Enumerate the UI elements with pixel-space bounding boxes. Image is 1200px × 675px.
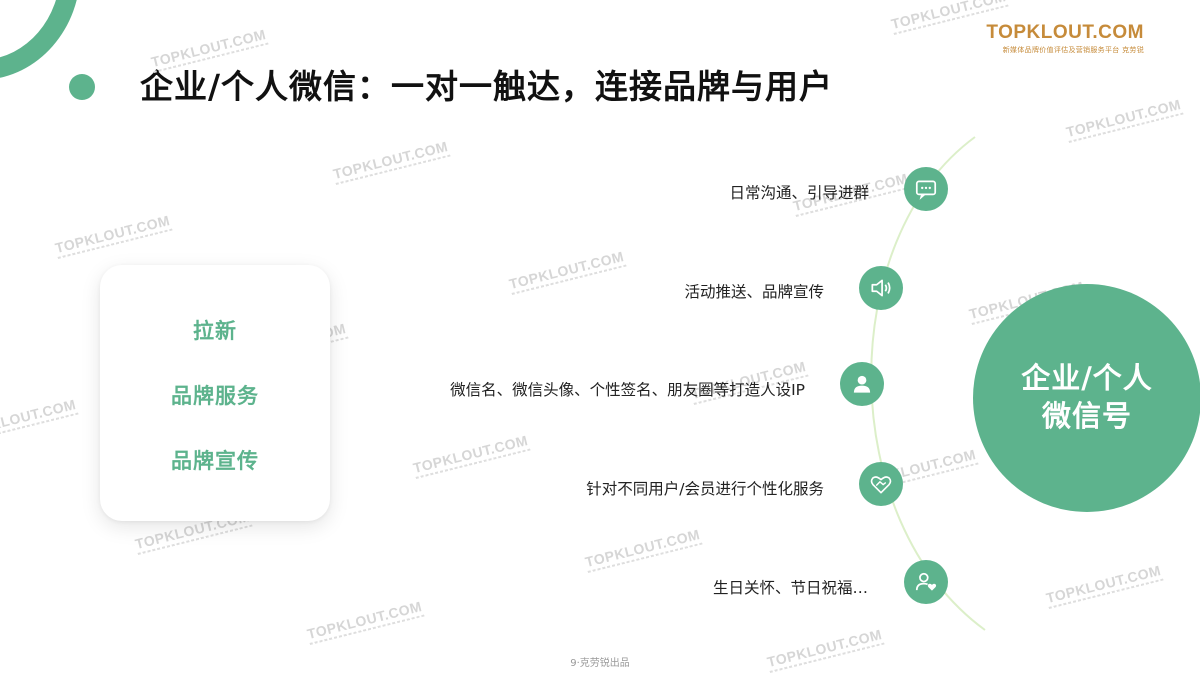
node-label-personalized-service: 针对不同用户/会员进行个性化服务 bbox=[586, 480, 824, 498]
corner-dot-decoration bbox=[69, 74, 95, 100]
watermark: TOPKLOUT.COM bbox=[1044, 562, 1163, 609]
goal-acquisition: 拉新 bbox=[193, 319, 237, 343]
center-line-2: 微信号 bbox=[1041, 399, 1132, 433]
goals-card: 拉新 品牌服务 品牌宣传 bbox=[100, 265, 330, 521]
goal-brand-promotion: 品牌宣传 bbox=[171, 449, 259, 473]
logo-chinese-name: 克劳锐 bbox=[1122, 46, 1144, 54]
goal-brand-service: 品牌服务 bbox=[171, 384, 259, 408]
watermark: TOPKLOUT.COM bbox=[583, 526, 702, 573]
logo-wordmark: TOPKLOUT.COM bbox=[986, 22, 1144, 43]
logo-caption: 新媒体品牌价值评估及营销服务平台 bbox=[1002, 46, 1120, 54]
watermark: TOPKLOUT.COM bbox=[1064, 96, 1183, 143]
watermark: TOPKLOUT.COM bbox=[305, 598, 424, 645]
node-label-persona-ip: 微信名、微信头像、个性签名、朋友圈等打造人设IP bbox=[450, 381, 805, 399]
speaker-icon bbox=[859, 266, 903, 310]
watermark: TOPKLOUT.COM bbox=[53, 212, 172, 259]
user-icon bbox=[840, 362, 884, 406]
node-label-daily-chat: 日常沟通、引导进群 bbox=[729, 184, 869, 202]
node-label-activity-push: 活动推送、品牌宣传 bbox=[684, 283, 824, 301]
page-title: 企业/个人微信：一对一触达，连接品牌与用户 bbox=[140, 67, 834, 106]
node-label-birthday-care: 生日关怀、节日祝福… bbox=[712, 579, 868, 597]
logo-subtitle: 新媒体品牌价值评估及营销服务平台 克劳锐 bbox=[986, 45, 1144, 55]
topklout-logo: TOPKLOUT.COM 新媒体品牌价值评估及营销服务平台 克劳锐 bbox=[986, 22, 1144, 55]
page-footer: 9·克劳锐出品 bbox=[570, 658, 630, 669]
wechat-account-circle: 企业/个人 微信号 bbox=[973, 284, 1200, 512]
handshake-heart-icon bbox=[859, 462, 903, 506]
watermark: TOPKLOUT.COM bbox=[411, 432, 530, 479]
watermark: TOPKLOUT.COM bbox=[0, 396, 78, 443]
watermark: TOPKLOUT.COM bbox=[331, 138, 450, 185]
user-heart-icon bbox=[904, 560, 948, 604]
watermark: TOPKLOUT.COM bbox=[507, 248, 626, 295]
chat-bubble-icon bbox=[904, 167, 948, 211]
center-line-1: 企业/个人 bbox=[1021, 361, 1153, 396]
